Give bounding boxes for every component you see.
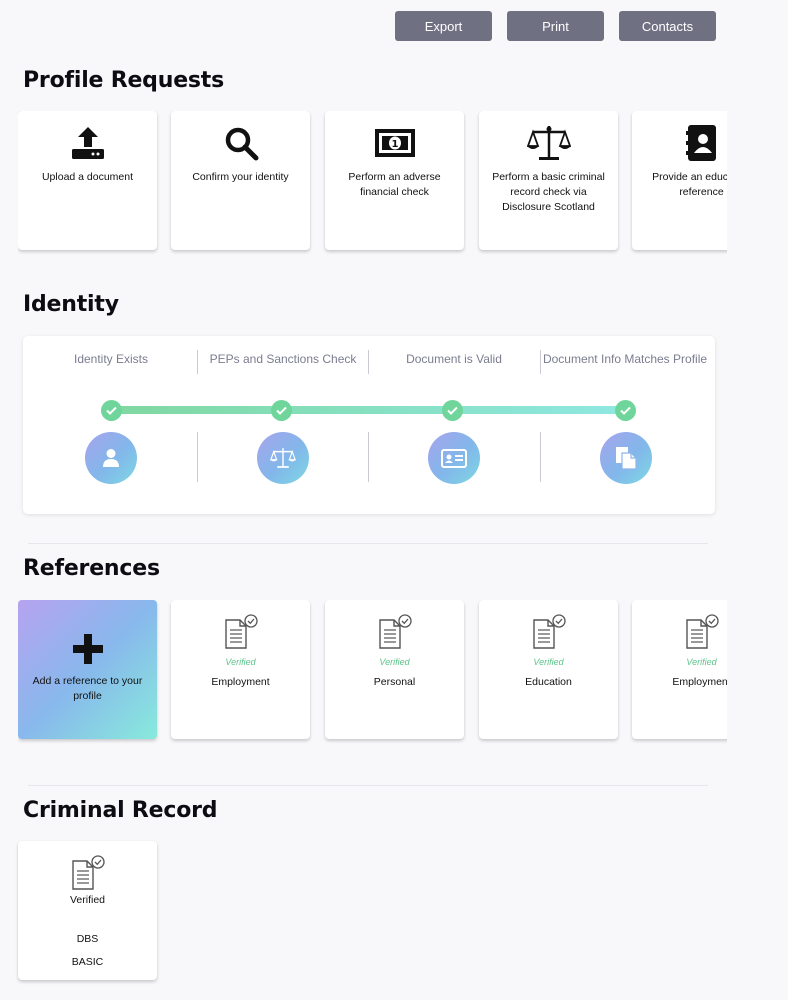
toolbar: Export Print Contacts (395, 11, 716, 41)
reference-card[interactable]: Verified Employment (171, 600, 310, 739)
verified-document-icon (632, 612, 727, 652)
scales-icon (257, 432, 309, 484)
reference-type: Employment (672, 676, 727, 688)
check-icon (615, 400, 636, 421)
check-icon (442, 400, 463, 421)
add-reference-label: Add a reference to your profile (32, 675, 143, 702)
print-button[interactable]: Print (507, 11, 604, 41)
request-card-financial[interactable]: 1 Perform an adverse financial check (325, 111, 464, 250)
id-card-icon (428, 432, 480, 484)
check-icon (271, 400, 292, 421)
reference-type: Personal (373, 676, 416, 688)
reference-card[interactable]: Verified Employment (632, 600, 727, 739)
criminal-record-status: Verified (69, 894, 106, 906)
banknote-icon: 1 (325, 124, 464, 162)
identity-title: Identity (23, 292, 119, 317)
criminal-record-title: Criminal Record (23, 798, 218, 823)
section-divider (28, 785, 708, 786)
request-label: Perform an adverse financial check (348, 171, 441, 198)
contacts-button[interactable]: Contacts (619, 11, 716, 41)
criminal-record-card[interactable]: Verified DBS BASIC (18, 841, 157, 980)
references-row: Add a reference to your profile Verified… (18, 600, 727, 745)
verified-document-icon (479, 612, 618, 652)
profile-requests-row: Upload a document Confirm your identity … (18, 111, 727, 256)
documents-icon (600, 432, 652, 484)
request-card-criminal[interactable]: Perform a basic criminal record check vi… (479, 111, 618, 250)
verified-document-icon (325, 612, 464, 652)
verified-status: Verified (225, 657, 256, 667)
request-card-identity[interactable]: Confirm your identity (171, 111, 310, 250)
section-divider (28, 543, 708, 544)
identity-step-label: Document is Valid (406, 352, 502, 366)
progress-track (111, 406, 625, 414)
references-title: References (23, 556, 160, 581)
identity-step-label: PEPs and Sanctions Check (209, 352, 357, 366)
request-label: Upload a document (41, 171, 134, 183)
check-icon (101, 400, 122, 421)
header-divider (197, 350, 198, 374)
verified-status: Verified (533, 657, 564, 667)
profile-requests-title: Profile Requests (23, 68, 225, 93)
verified-status: Verified (686, 657, 717, 667)
upload-icon (18, 124, 157, 162)
header-divider (540, 350, 541, 374)
header-divider (368, 350, 369, 374)
request-card-education[interactable]: Provide an education reference (632, 111, 727, 250)
step-divider (540, 432, 541, 482)
reference-type: Education (525, 676, 572, 688)
address-book-icon (632, 124, 727, 162)
identity-step-label: Document Info Matches Profile (542, 352, 708, 366)
svg-text:1: 1 (391, 139, 398, 150)
user-icon (85, 432, 137, 484)
reference-type: Employment (211, 676, 270, 688)
verified-status: Verified (379, 657, 410, 667)
request-label: Provide an education reference (652, 171, 727, 198)
add-reference-card[interactable]: Add a reference to your profile (18, 600, 157, 739)
reference-card[interactable]: Verified Personal (325, 600, 464, 739)
search-icon (171, 124, 310, 162)
reference-card[interactable]: Verified Education (479, 600, 618, 739)
step-divider (197, 432, 198, 482)
request-label: Perform a basic criminal record check vi… (492, 171, 605, 213)
export-button[interactable]: Export (395, 11, 492, 41)
identity-step-label: Identity Exists (73, 352, 149, 366)
verified-document-icon (18, 853, 157, 893)
identity-panel: Identity Exists PEPs and Sanctions Check… (23, 336, 715, 514)
criminal-record-type: DBS (76, 933, 99, 945)
request-card-upload[interactable]: Upload a document (18, 111, 157, 250)
request-label: Confirm your identity (192, 171, 289, 183)
plus-icon (18, 630, 157, 668)
scales-icon (479, 124, 618, 162)
criminal-record-level: BASIC (71, 956, 104, 968)
step-divider (368, 432, 369, 482)
verified-document-icon (171, 612, 310, 652)
